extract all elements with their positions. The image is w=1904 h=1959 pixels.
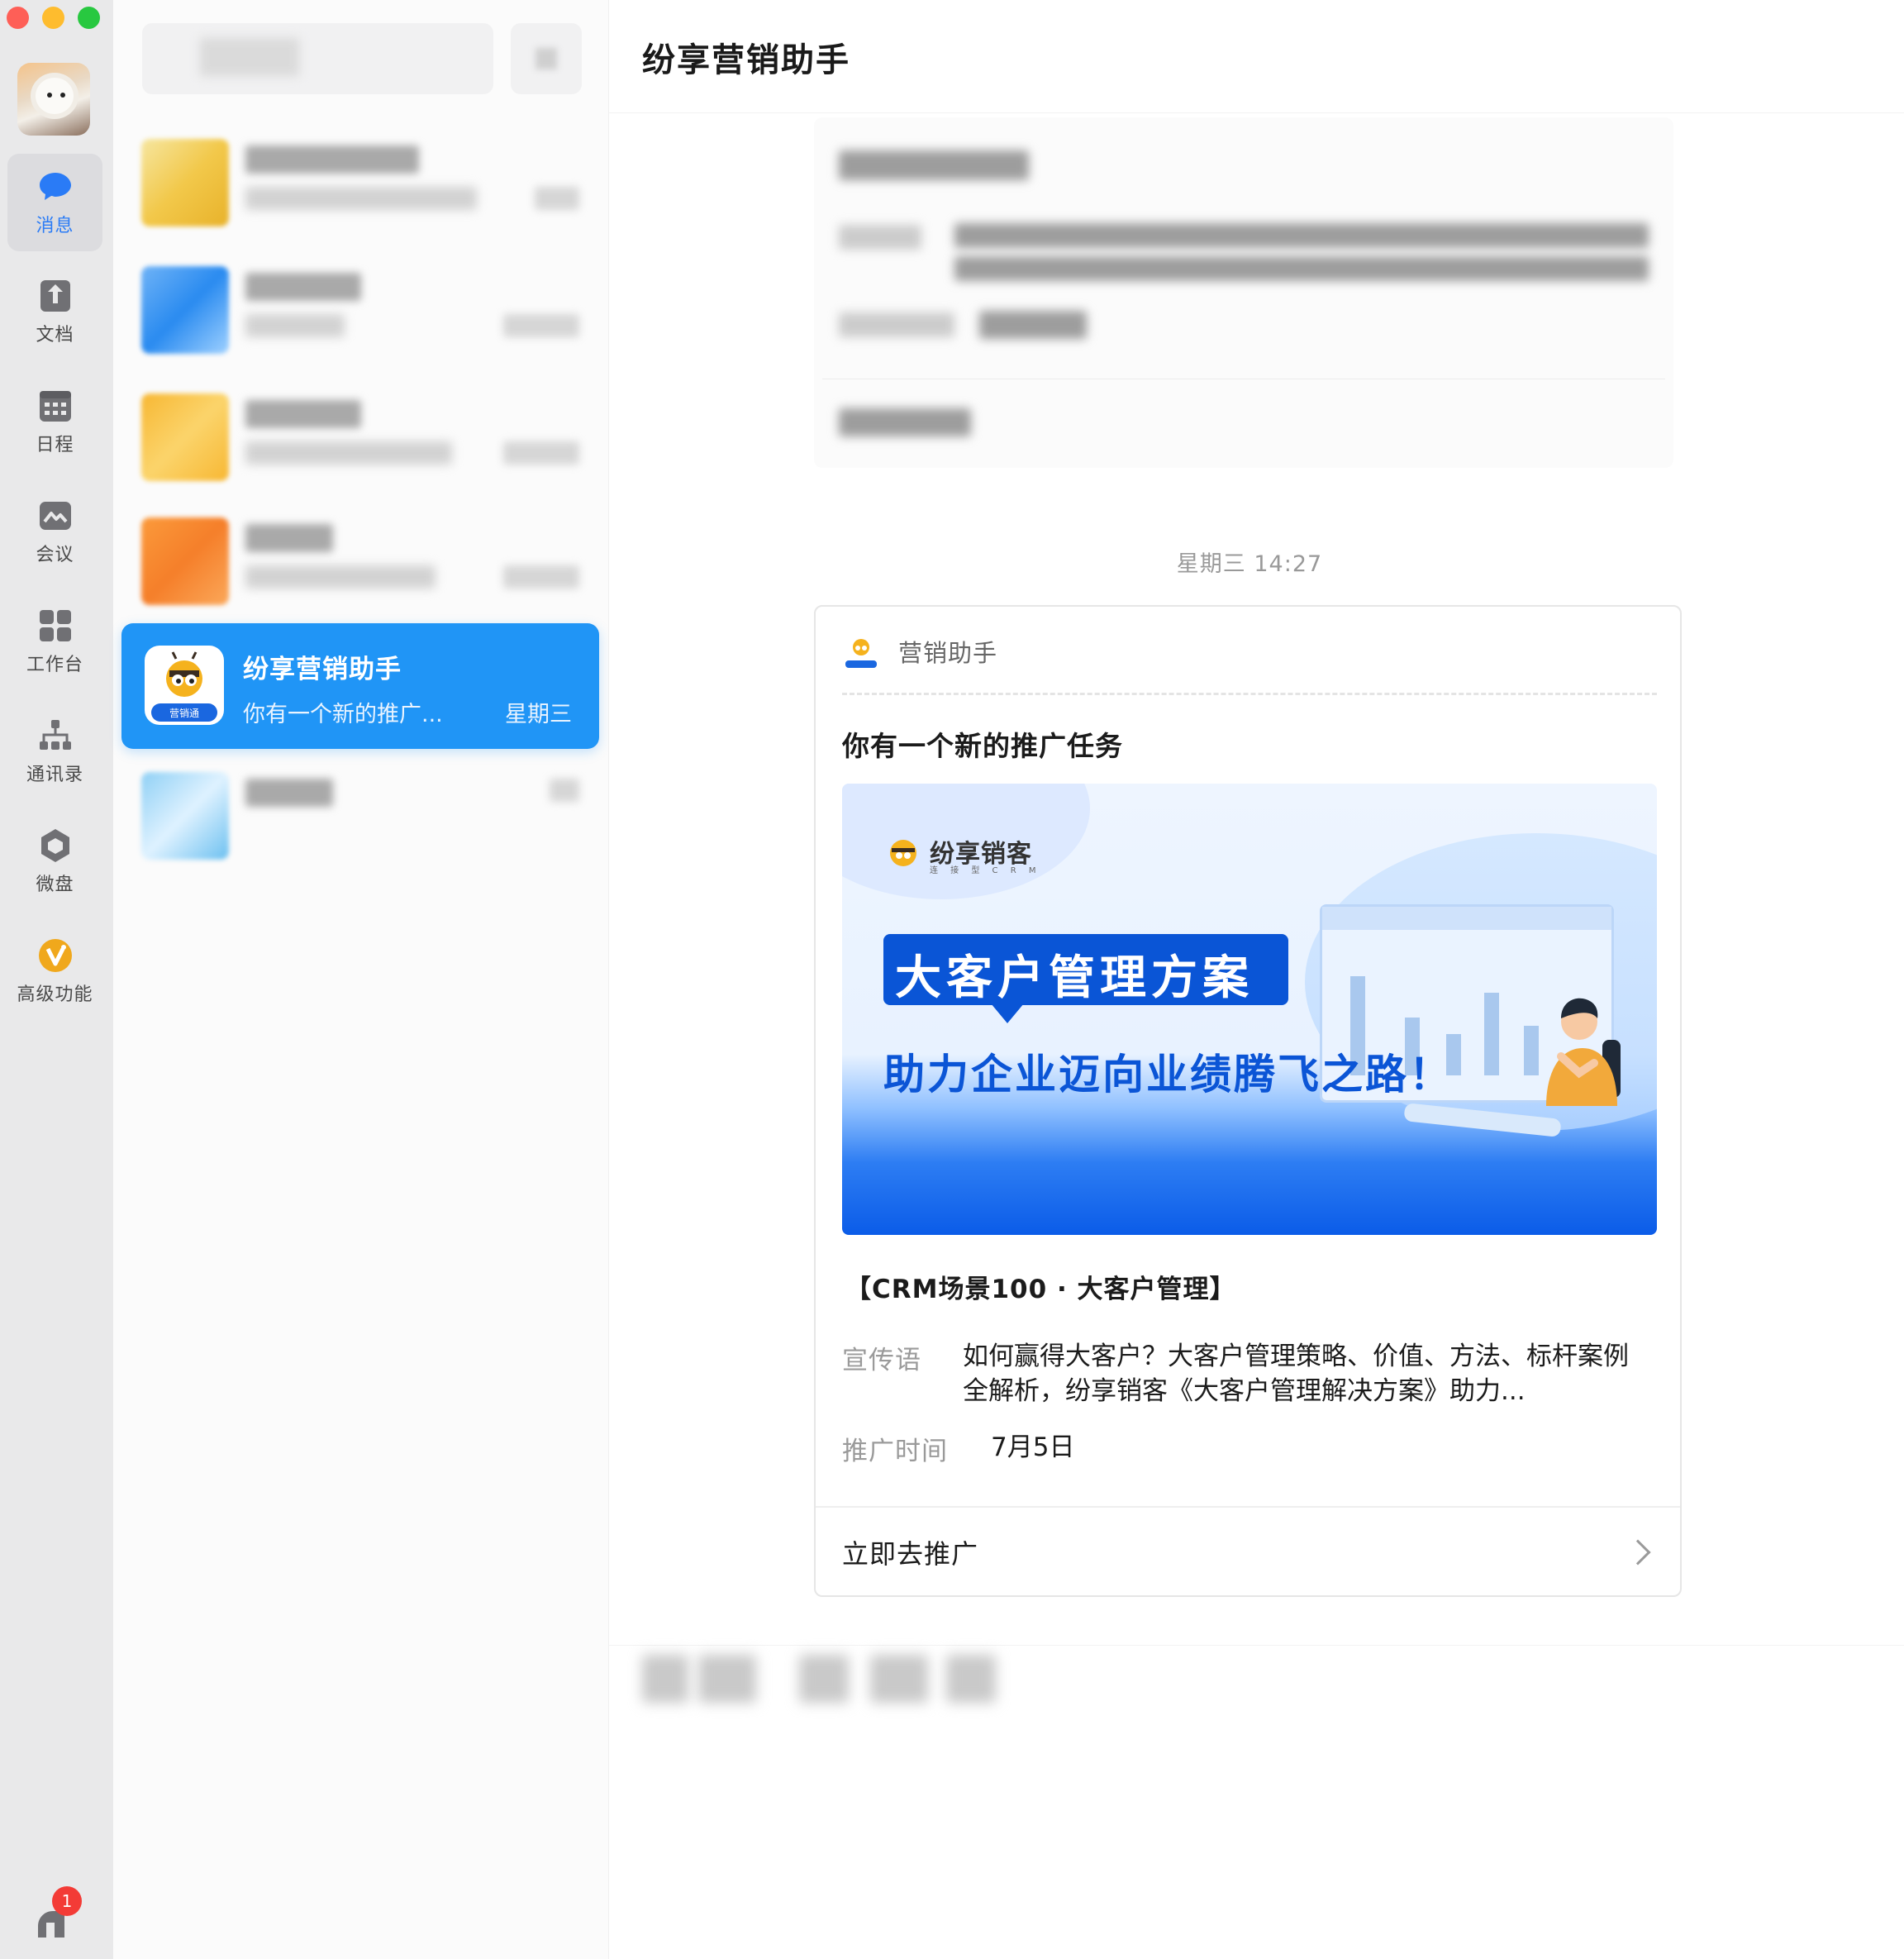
chat-panel: 纷享营销助手 星期三 14:27 营销助手 你有一个新的推广任务 纷享销客 连 … <box>609 0 1904 1959</box>
nav-label: 消息 <box>36 216 74 236</box>
window-minimize-button[interactable] <box>42 7 64 29</box>
workbench-grid-icon <box>39 610 71 641</box>
slogan-label: 宣传语 <box>842 1346 921 1375</box>
premium-v-icon <box>38 939 72 972</box>
contacts-org-icon <box>39 720 71 750</box>
marketing-assistant-logo-icon <box>842 632 880 670</box>
banner-headline-box: 大客户管理方案 <box>883 934 1288 1023</box>
slogan-value: 如何赢得大客户？大客户管理策略、价值、方法、标杆案例全解析，纷享销客《大客户管理… <box>963 1342 1629 1406</box>
promote-now-button[interactable]: 立即去推广 <box>816 1508 1680 1595</box>
nav-label: 高级功能 <box>17 984 93 1005</box>
bee-logo-icon <box>890 840 916 866</box>
nav-item-documents[interactable]: 文档 <box>7 263 102 360</box>
nav-label: 日程 <box>36 435 74 455</box>
conversation-item[interactable] <box>121 121 599 246</box>
divider <box>609 1645 1904 1646</box>
window-close-button[interactable] <box>7 7 29 29</box>
nav-item-meetings[interactable]: 会议 <box>7 483 102 580</box>
conversation-item[interactable] <box>121 754 599 879</box>
conversation-time: 星期三 <box>505 702 572 727</box>
promotion-time-value: 7月5日 <box>991 1432 1075 1462</box>
nav-label: 文档 <box>36 325 74 346</box>
conversation-item[interactable] <box>121 248 599 374</box>
conversation-item[interactable] <box>121 375 599 501</box>
message-timestamp: 星期三 14:27 <box>1176 551 1323 577</box>
nav-label: 通讯录 <box>26 765 83 785</box>
promotion-task-card: 营销助手 你有一个新的推广任务 纷享销客 连 接 型 C R M 大客户管理方案… <box>814 605 1682 1597</box>
chat-title: 纷享营销助手 <box>642 41 850 79</box>
banner-brand-sub: 连 接 型 C R M <box>930 866 1041 875</box>
drive-icon <box>40 829 69 862</box>
calendar-icon <box>39 391 71 422</box>
divider <box>609 112 1904 113</box>
bee-mascot-icon: 营销通 <box>151 651 217 722</box>
promote-now-label: 立即去推广 <box>842 1538 979 1570</box>
app-window: 消息 文档 日程 会议 工作台 通讯录 微盘 高级功能 1 营销通 纷享营销助手… <box>0 0 1904 1959</box>
conversation-list: 营销通 纷享营销助手 你有一个新的推广... 星期三 <box>113 0 609 1959</box>
document-icon <box>40 280 70 312</box>
chevron-right-icon <box>1625 1539 1651 1566</box>
conversation-title: 纷享营销助手 <box>243 655 402 684</box>
message-bubble-icon <box>39 173 71 200</box>
card-header: 营销助手 <box>842 630 997 673</box>
nav-item-contacts[interactable]: 通讯录 <box>7 703 102 800</box>
conversation-item-selected[interactable]: 营销通 纷享营销助手 你有一个新的推广... 星期三 <box>121 623 599 749</box>
promotion-time-label: 推广时间 <box>842 1437 948 1466</box>
previous-message-card <box>814 117 1673 468</box>
search-input[interactable] <box>142 23 493 94</box>
svg-text:营销通: 营销通 <box>169 708 199 719</box>
nav-item-workbench[interactable]: 工作台 <box>7 593 102 690</box>
nav-item-messages[interactable]: 消息 <box>7 154 102 251</box>
nav-label: 工作台 <box>26 655 83 675</box>
add-button[interactable] <box>511 23 582 94</box>
case-title: 【CRM场景100 · 大客户管理】 <box>845 1275 1236 1304</box>
banner-slogan: 助力企业迈向业绩腾飞之路！ <box>883 1051 1453 1099</box>
card-source: 营销助手 <box>898 639 998 667</box>
dashed-divider <box>842 693 1657 695</box>
promotion-banner[interactable]: 纷享销客 连 接 型 C R M 大客户管理方案 助力企业迈向业绩腾飞之路！ <box>842 784 1657 1235</box>
nav-rail: 消息 文档 日程 会议 工作台 通讯录 微盘 高级功能 1 <box>0 0 113 1959</box>
banner-brand: 纷享销客 连 接 型 C R M <box>885 833 1035 875</box>
nav-label: 微盘 <box>36 875 74 895</box>
banner-headline: 大客户管理方案 <box>895 951 1254 1005</box>
nav-item-premium[interactable]: 高级功能 <box>7 922 102 1020</box>
card-title: 你有一个新的推广任务 <box>842 730 1123 762</box>
conversation-item[interactable] <box>121 499 599 625</box>
window-zoom-button[interactable] <box>78 7 100 29</box>
nav-item-calendar[interactable]: 日程 <box>7 373 102 470</box>
person-illustration <box>1546 998 1621 1106</box>
meeting-icon <box>39 502 71 530</box>
conversation-preview: 你有一个新的推广... <box>243 702 443 727</box>
marketing-assistant-avatar: 营销通 <box>145 646 224 725</box>
user-avatar[interactable] <box>17 63 90 136</box>
notification-badge: 1 <box>52 1886 82 1916</box>
nav-item-drive[interactable]: 微盘 <box>7 813 102 910</box>
nav-label: 会议 <box>36 545 74 565</box>
